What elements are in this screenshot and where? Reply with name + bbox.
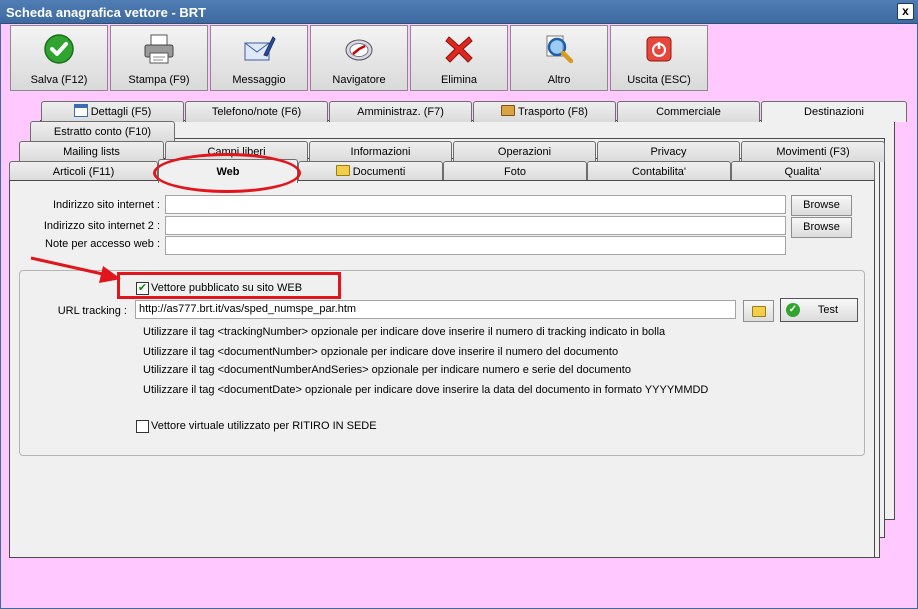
- tab-articoli[interactable]: Articoli (F11): [9, 161, 158, 182]
- check-icon: [44, 34, 74, 64]
- save-label: Salva (F12): [30, 74, 88, 86]
- tab-destinazioni-label: Destinazioni: [804, 106, 864, 118]
- info-line: Utilizzare il tag <documentNumberAndSeri…: [143, 364, 631, 376]
- navigator-button[interactable]: Navigatore: [310, 25, 408, 91]
- print-label: Stampa (F9): [128, 74, 190, 86]
- message-label: Messaggio: [232, 74, 286, 86]
- tab-dettagli[interactable]: Dettagli (F5): [41, 101, 184, 122]
- print-button[interactable]: Stampa (F9): [110, 25, 208, 91]
- tab-movimenti-label: Movimenti (F3): [776, 146, 850, 158]
- tab-foto[interactable]: Foto: [443, 161, 587, 182]
- window-title: Scheda anagrafica vettore - BRT: [6, 5, 207, 20]
- delete-x-icon: [445, 36, 473, 63]
- tab-privacy-label: Privacy: [650, 146, 687, 158]
- check-icon: ✓: [786, 303, 800, 317]
- tab-foto-label: Foto: [503, 166, 526, 178]
- tab-amministrazione[interactable]: Amministraz. (F7): [329, 101, 472, 122]
- annotation-arrow: [30, 256, 121, 283]
- tab-amministrazione-label: Amministraz. (F7): [357, 106, 444, 118]
- tab-estratto-conto-label: Estratto conto (F10): [53, 126, 152, 138]
- url-input[interactable]: http://as777.brt.it/vas/sped_numspe_par.…: [135, 300, 736, 319]
- delete-label: Elimina: [440, 74, 478, 86]
- site-label: Indirizzo sito internet :: [53, 199, 160, 211]
- exit-button[interactable]: Uscita (ESC): [610, 25, 708, 91]
- test-label: Test: [817, 304, 839, 316]
- save-button[interactable]: Salva (F12): [10, 25, 108, 91]
- site-input[interactable]: [165, 195, 786, 214]
- folder-icon: [751, 306, 766, 317]
- truck-icon: [501, 105, 516, 116]
- printer-icon: [144, 34, 174, 64]
- site2-input[interactable]: [165, 216, 786, 235]
- other-button[interactable]: Altro: [510, 25, 608, 91]
- compass-icon: [345, 39, 373, 61]
- exit-label: Uscita (ESC): [627, 74, 691, 86]
- tab-mailing-lists[interactable]: Mailing lists: [19, 141, 164, 162]
- annotation-box: [117, 272, 341, 299]
- tab-documenti-label: Documenti: [352, 166, 406, 178]
- tab-operazioni-label: Operazioni: [497, 146, 552, 158]
- tab-trasporto[interactable]: Trasporto (F8): [473, 101, 616, 122]
- tab-informazioni-label: Informazioni: [350, 146, 411, 158]
- tab-telefono-note[interactable]: Telefono/note (F6): [185, 101, 328, 122]
- tab-articoli-label: Articoli (F11): [52, 166, 115, 178]
- message-button[interactable]: Messaggio: [210, 25, 308, 91]
- notes-input[interactable]: [165, 236, 786, 255]
- envelope-icon: [244, 36, 276, 61]
- virtual-checkbox[interactable]: [136, 420, 149, 433]
- tab-estratto-conto[interactable]: Estratto conto (F10): [30, 121, 175, 142]
- other-label: Altro: [547, 74, 571, 86]
- info-line: Utilizzare il tag <documentNumber> opzio…: [143, 346, 619, 358]
- info-line: Utilizzare il tag <documentDate> opziona…: [143, 384, 709, 396]
- tab-commerciale-label: Commerciale: [656, 106, 721, 118]
- browse-button-1[interactable]: Browse: [791, 195, 852, 216]
- tab-contabilita[interactable]: Contabilita': [587, 161, 731, 182]
- folder-icon: [335, 165, 350, 176]
- virtual-label: Vettore virtuale utilizzato per RITIRO I…: [151, 420, 377, 432]
- folder-button[interactable]: [743, 300, 774, 322]
- browse-button-2[interactable]: Browse: [791, 217, 852, 238]
- tab-qualita[interactable]: Qualita': [731, 161, 875, 182]
- url-label: URL tracking :: [57, 305, 127, 317]
- tab-operazioni[interactable]: Operazioni: [453, 141, 596, 162]
- tab-commerciale[interactable]: Commerciale: [617, 101, 760, 122]
- tab-movimenti[interactable]: Movimenti (F3): [741, 141, 885, 162]
- tab-trasporto-label: Trasporto (F8): [518, 106, 588, 118]
- tab-privacy[interactable]: Privacy: [597, 141, 740, 162]
- tab-destinazioni[interactable]: Destinazioni: [761, 101, 907, 122]
- site2-label: Indirizzo sito internet 2 :: [43, 220, 160, 232]
- tab-documenti[interactable]: Documenti: [298, 161, 443, 182]
- info-line: Utilizzare il tag <trackingNumber> opzio…: [143, 326, 666, 338]
- delete-button[interactable]: Elimina: [410, 25, 508, 91]
- web-tab-panel: Indirizzo sito internet : Browse Indiriz…: [9, 180, 875, 558]
- tab-dettagli-label: Dettagli (F5): [90, 106, 152, 118]
- annotation-ellipse: [153, 153, 301, 193]
- tab-mailing-lists-label: Mailing lists: [63, 146, 120, 158]
- notes-label: Note per accesso web :: [45, 238, 160, 250]
- tab-contabilita-label: Contabilita': [631, 166, 687, 178]
- power-icon: [646, 36, 672, 62]
- calendar-icon: [73, 104, 88, 117]
- tab-informazioni[interactable]: Informazioni: [309, 141, 452, 162]
- magnifier-icon: [546, 35, 574, 64]
- close-button[interactable]: x: [897, 3, 914, 20]
- window-titlebar: Scheda anagrafica vettore - BRT x: [0, 0, 918, 24]
- tab-qualita-label: Qualita': [784, 166, 822, 178]
- tab-telefono-note-label: Telefono/note (F6): [211, 106, 302, 118]
- navigator-label: Navigatore: [332, 74, 386, 86]
- test-button[interactable]: ✓ Test: [780, 298, 858, 322]
